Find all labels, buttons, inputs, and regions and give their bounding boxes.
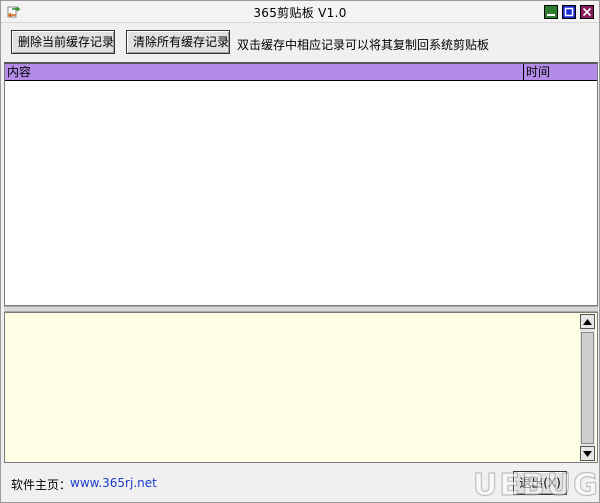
window-title: 365剪贴板 V1.0	[253, 6, 347, 20]
clipboard-history-list[interactable]: 内容 时间	[4, 62, 598, 306]
scroll-down-button[interactable]	[580, 446, 595, 461]
list-header: 内容 时间	[5, 64, 597, 81]
minimize-icon	[547, 14, 555, 16]
column-header-time[interactable]: 时间	[524, 64, 595, 80]
record-detail-textarea[interactable]	[4, 312, 598, 463]
scroll-up-button[interactable]	[580, 314, 595, 329]
status-bar: 软件主页： www.365rj.net 退出(X)	[1, 464, 599, 502]
toolbar-hint: 双击缓存中相应记录可以将其复制回系统剪贴板	[237, 38, 490, 52]
maximize-button[interactable]	[562, 5, 576, 19]
column-header-content[interactable]: 内容	[5, 64, 524, 80]
clear-all-records-button[interactable]: 清除所有缓存记录	[126, 30, 230, 54]
exit-button[interactable]: 退出(X)	[513, 471, 567, 495]
app-window: 365剪贴板 V1.0 删除当前缓存记录 清除所有缓存记录 双击缓存中相应记录可…	[0, 0, 600, 503]
vertical-scrollbar[interactable]	[580, 314, 595, 461]
arrow-down-icon	[583, 450, 592, 457]
homepage-link[interactable]: www.365rj.net	[70, 476, 157, 490]
arrow-up-icon	[583, 318, 592, 325]
title-bar[interactable]: 365剪贴板 V1.0	[1, 1, 599, 23]
delete-current-record-button[interactable]: 删除当前缓存记录	[11, 30, 115, 54]
close-icon	[582, 7, 592, 17]
minimize-button[interactable]	[544, 5, 558, 19]
maximize-icon	[564, 7, 574, 17]
scrollbar-thumb[interactable]	[581, 332, 594, 444]
homepage-label: 软件主页：	[11, 478, 72, 492]
close-button[interactable]	[580, 5, 594, 19]
